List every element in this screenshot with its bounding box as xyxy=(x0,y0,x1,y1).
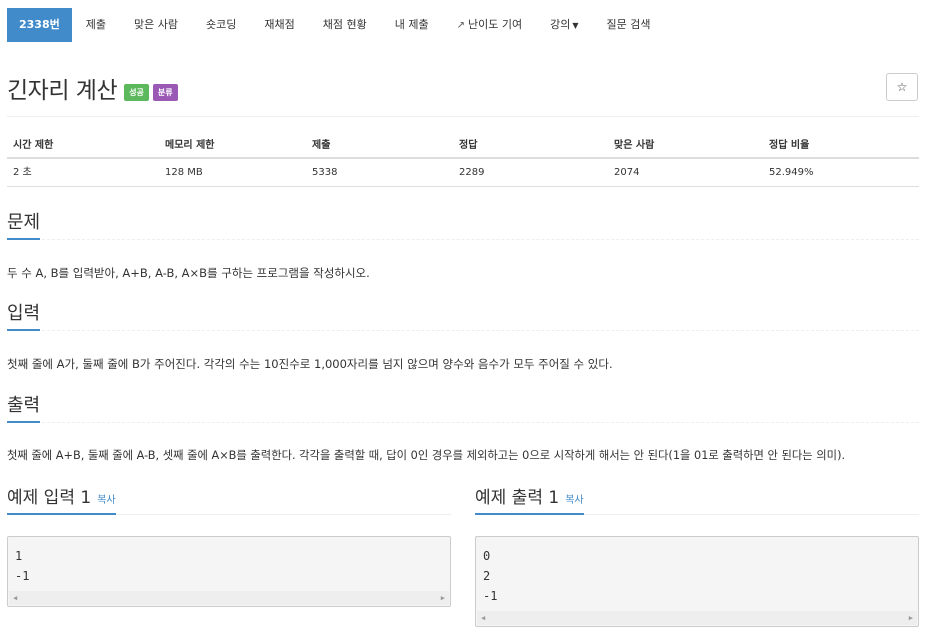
value-time-limit: 2 초 xyxy=(13,167,32,178)
output-description: 첫째 줄에 A+B, 둘째 줄에 A-B, 셋째 줄에 A×B를 출력한다. 각… xyxy=(7,449,846,462)
sample-input-title: 예제 입력 1 xyxy=(7,488,92,508)
problem-title-row: 긴자리 계산 성공 분류 xyxy=(7,72,178,104)
info-table-header: 시간 제한 메모리 제한 제출 정답 맞은 사람 정답 비율 xyxy=(7,132,919,159)
tab-lecture-label: 강의 xyxy=(550,18,571,31)
star-icon: ☆ xyxy=(896,80,908,94)
problem-description: 두 수 A, B를 입력받아, A+B, A-B, A×B를 구하는 프로그램을… xyxy=(7,266,370,280)
header-accept-ratio: 정답 비율 xyxy=(769,140,810,151)
sample-output-box[interactable]: 0 2 -1 ◀ ▶ xyxy=(475,536,919,627)
page-title: 긴자리 계산 xyxy=(7,78,118,104)
sample-input-box[interactable]: 1 -1 ◀ ▶ xyxy=(7,536,451,607)
tab-difficulty-label: 난이도 기여 xyxy=(467,18,523,31)
header-accepted: 정답 xyxy=(459,140,478,151)
header-accepted-users: 맞은 사람 xyxy=(614,140,655,151)
sample-input-scrollbar[interactable]: ◀ ▶ xyxy=(9,591,449,605)
sample-output-heading: 예제 출력 1 복사 xyxy=(475,487,584,515)
sample-output-scrollbar[interactable]: ◀ ▶ xyxy=(477,611,917,625)
success-badge: 성공 xyxy=(124,83,149,101)
copy-sample-output-button[interactable]: 복사 xyxy=(565,495,583,506)
caret-down-icon: ▼ xyxy=(572,21,579,30)
sample-output-header: 예제 출력 1 복사 xyxy=(475,487,919,515)
scroll-left-icon[interactable]: ◀ xyxy=(13,594,17,602)
header-submissions: 제출 xyxy=(312,140,331,151)
tab-problem-number[interactable]: 2338번 xyxy=(7,8,72,42)
output-heading: 출력 xyxy=(7,395,41,423)
value-accept-ratio: 52.949% xyxy=(769,167,814,178)
scroll-left-icon[interactable]: ◀ xyxy=(481,614,485,622)
table-row: 2 초 128 MB 5338 2289 2074 52.949% xyxy=(7,159,919,187)
sample-output-value: 0 2 -1 xyxy=(483,549,498,603)
tab-lecture-dropdown[interactable]: 강의 ▼ xyxy=(536,8,592,42)
external-link-icon: ↗ xyxy=(456,20,465,31)
problem-info-table: 시간 제한 메모리 제한 제출 정답 맞은 사람 정답 비율 2 초 128 M… xyxy=(7,132,919,187)
tab-question-search[interactable]: 질문 검색 xyxy=(592,8,664,42)
scroll-right-icon[interactable]: ▶ xyxy=(909,614,913,622)
sample-input-header: 예제 입력 1 복사 xyxy=(7,487,451,515)
problem-nav-tabs: 2338번 제출 맞은 사람 숏코딩 재채점 채점 현황 내 제출 ↗ 난이도 기… xyxy=(7,8,664,42)
problem-heading: 문제 xyxy=(7,212,41,240)
output-section-header: 출력 xyxy=(7,395,919,423)
tab-my-submissions[interactable]: 내 제출 xyxy=(381,8,443,42)
scroll-right-icon[interactable]: ▶ xyxy=(441,594,445,602)
header-memory-limit: 메모리 제한 xyxy=(165,140,215,151)
sample-output-title: 예제 출력 1 xyxy=(475,488,560,508)
sample-input-heading: 예제 입력 1 복사 xyxy=(7,487,116,515)
problem-section-header: 문제 xyxy=(7,212,919,240)
input-section-header: 입력 xyxy=(7,303,919,331)
copy-sample-input-button[interactable]: 복사 xyxy=(97,495,115,506)
tab-accepted-users[interactable]: 맞은 사람 xyxy=(120,8,192,42)
input-description: 첫째 줄에 A가, 둘째 줄에 B가 주어진다. 각각의 수는 10진수로 1,… xyxy=(7,357,613,371)
tab-short-coding[interactable]: 숏코딩 xyxy=(192,8,250,42)
favorite-star-button[interactable]: ☆ xyxy=(886,73,918,101)
input-heading: 입력 xyxy=(7,303,41,331)
tab-submit[interactable]: 제출 xyxy=(72,8,120,42)
tab-difficulty-contribution[interactable]: ↗ 난이도 기여 xyxy=(443,8,537,42)
value-memory-limit: 128 MB xyxy=(165,167,203,178)
tab-rejudge[interactable]: 재채점 xyxy=(250,8,308,42)
category-badge[interactable]: 분류 xyxy=(152,83,178,101)
title-divider xyxy=(7,116,919,117)
tab-status[interactable]: 채점 현황 xyxy=(309,8,381,42)
value-accepted: 2289 xyxy=(459,167,485,178)
header-time-limit: 시간 제한 xyxy=(13,140,54,151)
value-accepted-users: 2074 xyxy=(614,167,640,178)
value-submissions: 5338 xyxy=(312,167,338,178)
sample-input-value: 1 -1 xyxy=(15,549,30,583)
